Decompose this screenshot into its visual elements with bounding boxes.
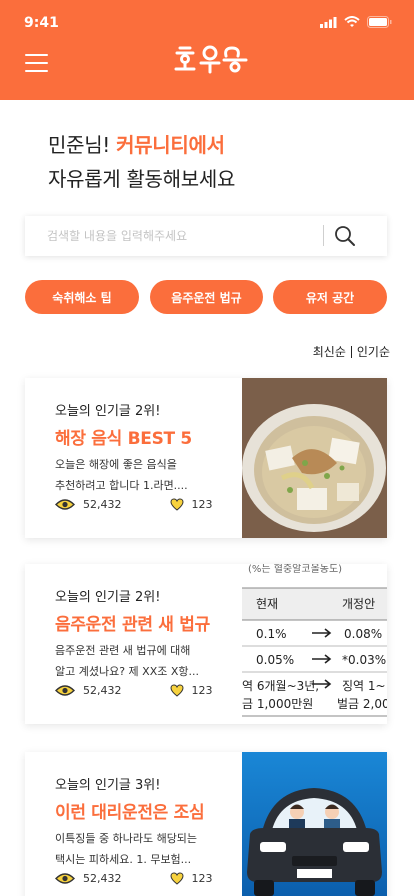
- table-cell: 0.1%: [256, 627, 287, 641]
- status-icons: [320, 16, 392, 28]
- post-card[interactable]: 오늘의 인기글 2위! 해장 음식 BEST 5 오늘은 해장에 좋은 음식을 …: [25, 378, 387, 538]
- table-cell: 벌금 2,00: [337, 697, 387, 711]
- post-stats: 52,432 123: [55, 498, 213, 511]
- greeting-name: 민준님!: [48, 133, 117, 157]
- search-input[interactable]: [25, 216, 320, 256]
- table-cell: 0.08%: [344, 627, 382, 641]
- hamburger-menu-icon[interactable]: [25, 54, 48, 74]
- greeting-line1: 민준님! 커뮤니티에서: [48, 128, 235, 162]
- eye-icon: [55, 873, 75, 884]
- post-card[interactable]: 오늘의 인기글 2위! 음주운전 관련 새 법규 음주운전 관련 새 법규에 대…: [25, 564, 387, 724]
- table-note: (%는 혈중알코올농도): [248, 564, 342, 575]
- eye-icon: [55, 499, 75, 510]
- like-count: 123: [191, 872, 213, 885]
- heart-icon[interactable]: [169, 872, 184, 885]
- post-description: 이특징들 중 하나라도 해당되는 택시는 피하세요. 1. 무보험...: [55, 828, 215, 870]
- signal-icon: [320, 16, 337, 28]
- view-count: 52,432: [83, 684, 122, 697]
- battery-icon: [367, 16, 392, 28]
- post-title[interactable]: 음주운전 관련 새 법규: [55, 610, 210, 635]
- post-stats: 52,432 123: [55, 872, 213, 885]
- post-title[interactable]: 이런 대리운전은 조심: [55, 798, 205, 823]
- sort-options: 최신순 인기순: [313, 343, 390, 360]
- sort-divider: [350, 345, 352, 358]
- post-description: 오늘은 해장에 좋은 음식을 추천하려고 합니다 1.라면....: [55, 454, 215, 496]
- search-divider: [323, 225, 324, 246]
- post-card[interactable]: 오늘의 인기글 3위! 이런 대리운전은 조심 이특징들 중 하나라도 해당되는…: [25, 752, 387, 896]
- table-col-current: 현재: [256, 597, 278, 611]
- sort-popular[interactable]: 인기순: [357, 343, 390, 360]
- search-bar: [25, 216, 387, 256]
- hangover-soup-image: [242, 378, 387, 538]
- chip-user-space[interactable]: 유저 공간: [273, 280, 387, 314]
- like-count: 123: [191, 684, 213, 697]
- like-count: 123: [191, 498, 213, 511]
- post-rank: 오늘의 인기글 2위!: [55, 404, 161, 419]
- post-stats: 52,432 123: [55, 684, 213, 697]
- greeting-highlight: 커뮤니티에서: [116, 133, 225, 157]
- table-cell: 금 1,000만원: [242, 697, 313, 711]
- chip-drunk-driving-law[interactable]: 음주운전 법규: [150, 280, 263, 314]
- post-desc-line: 추천하려고 합니다 1.라면....: [55, 479, 188, 492]
- law-table-image: (%는 혈중알코올농도) 현재 개정안 0.1% 0.08% 0.05% *0.…: [242, 564, 387, 724]
- heart-icon[interactable]: [169, 498, 184, 511]
- table-cell: 징역 1~: [342, 679, 386, 693]
- table-cell: 0.05%: [256, 653, 294, 667]
- post-description: 음주운전 관련 새 법규에 대해 알고 계셨나요? 제 XX조 X항...: [55, 640, 215, 682]
- view-count: 52,432: [83, 872, 122, 885]
- post-desc-line: 음주운전 관련 새 법규에 대해: [55, 644, 191, 657]
- post-rank: 오늘의 인기글 2위!: [55, 590, 161, 605]
- post-desc-line: 이특징들 중 하나라도 해당되는: [55, 832, 198, 845]
- heart-icon[interactable]: [169, 684, 184, 697]
- status-time: 9:41: [24, 15, 59, 31]
- search-icon[interactable]: [333, 224, 357, 248]
- post-rank: 오늘의 인기글 3위!: [55, 778, 161, 793]
- view-count: 52,432: [83, 498, 122, 511]
- table-col-revised: 개정안: [342, 597, 375, 611]
- app-logo: [174, 45, 248, 74]
- table-cell: 역 6개월~3년,: [242, 679, 319, 693]
- post-title[interactable]: 해장 음식 BEST 5: [55, 424, 192, 449]
- greeting-text: 민준님! 커뮤니티에서 자유롭게 활동해보세요: [48, 128, 235, 196]
- post-desc-line: 알고 계셨나요? 제 XX조 X항...: [55, 665, 200, 678]
- eye-icon: [55, 685, 75, 696]
- chip-hangover-tips[interactable]: 숙취해소 팁: [25, 280, 139, 314]
- app-header: 9:41: [0, 0, 414, 100]
- post-desc-line: 택시는 피하세요. 1. 무보험...: [55, 853, 192, 866]
- sort-latest[interactable]: 최신순: [313, 343, 346, 360]
- greeting-line2: 자유롭게 활동해보세요: [48, 167, 236, 191]
- car-illustration-image: [242, 752, 387, 896]
- table-cell: *0.03%: [342, 653, 386, 667]
- wifi-icon: [344, 16, 360, 27]
- post-desc-line: 오늘은 해장에 좋은 음식을: [55, 458, 177, 471]
